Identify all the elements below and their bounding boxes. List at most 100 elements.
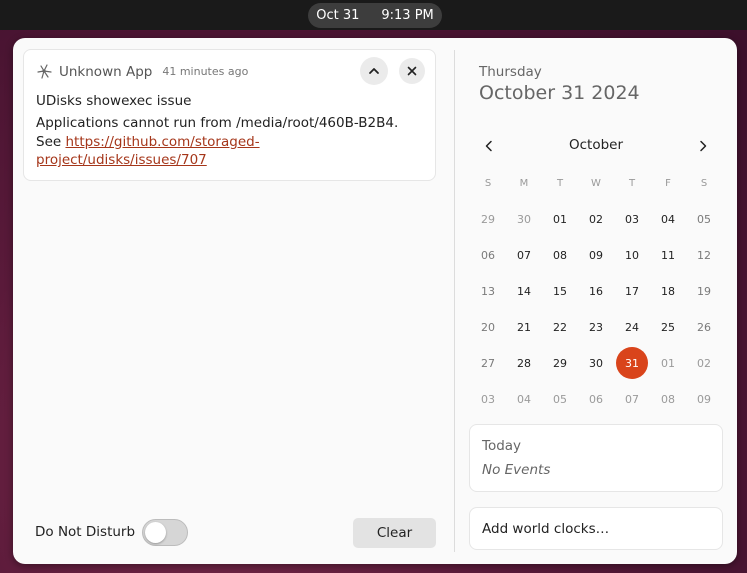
calendar-day[interactable]: 19 (686, 273, 722, 309)
day-header: S (484, 177, 492, 189)
events-title: Today (482, 438, 522, 454)
calendar-day-number: 28 (517, 356, 531, 370)
calendar-day[interactable]: 15 (542, 273, 578, 309)
calendar-day-number: 21 (517, 320, 531, 334)
calendar-day[interactable]: 03 (470, 381, 506, 417)
calendar-day[interactable]: 24 (614, 309, 650, 345)
previous-month-button[interactable] (479, 136, 499, 156)
calendar-day[interactable]: 26 (686, 309, 722, 345)
calendar-day[interactable]: 06 (578, 381, 614, 417)
calendar-day-number: 09 (697, 392, 711, 406)
calendar-day[interactable]: 17 (614, 273, 650, 309)
calendar-day[interactable]: 01 (650, 345, 686, 381)
calendar-day[interactable]: 04 (506, 381, 542, 417)
toggle-knob (145, 522, 166, 543)
chevron-left-icon (485, 140, 492, 152)
day-header: W (591, 177, 601, 189)
no-events-text: No Events (482, 462, 551, 478)
calendar-day-number: 06 (589, 392, 603, 406)
calendar-day[interactable]: 10 (614, 237, 650, 273)
calendar-day[interactable]: 16 (578, 273, 614, 309)
calendar-day[interactable]: 07 (506, 237, 542, 273)
calendar-day-number: 08 (553, 248, 567, 262)
notification-body-text: Applications cannot run from /media/root… (36, 115, 399, 131)
events-card[interactable]: Today No Events (469, 424, 723, 492)
calendar-day[interactable]: 29 (542, 345, 578, 381)
notification-calendar-panel: Unknown App 41 minutes ago UDisks showex… (13, 38, 737, 564)
calendar-day[interactable]: 12 (686, 237, 722, 273)
calendar-day-number: 30 (589, 356, 603, 370)
calendar-day[interactable]: 04 (650, 201, 686, 237)
do-not-disturb-label: Do Not Disturb (35, 524, 136, 540)
calendar-day-number: 30 (517, 212, 531, 226)
calendar-day[interactable]: 05 (686, 201, 722, 237)
calendar-day-number: 31 (616, 347, 648, 379)
calendar-day[interactable]: 23 (578, 309, 614, 345)
dismiss-notification-button[interactable] (399, 58, 425, 84)
calendar-day[interactable]: 07 (614, 381, 650, 417)
panel-divider (454, 50, 455, 552)
calendar-day[interactable]: 08 (650, 381, 686, 417)
calendar-day[interactable]: 09 (686, 381, 722, 417)
calendar-day-number: 02 (589, 212, 603, 226)
calendar-day-number: 16 (589, 284, 603, 298)
day-header: T (556, 177, 564, 189)
clear-button[interactable]: Clear (353, 518, 436, 548)
month-label: October (568, 137, 624, 153)
do-not-disturb-toggle[interactable] (142, 519, 188, 546)
calendar-day[interactable]: 22 (542, 309, 578, 345)
add-world-clocks-button[interactable]: Add world clocks… (469, 507, 723, 550)
calendar-day-number: 20 (481, 320, 495, 334)
calendar-day-number: 27 (481, 356, 495, 370)
calendar-day[interactable]: 25 (650, 309, 686, 345)
calendar-day[interactable]: 06 (470, 237, 506, 273)
calendar-day[interactable]: 30 (506, 201, 542, 237)
topbar-date: Oct 31 (316, 8, 360, 23)
current-weekday[interactable]: Thursday (479, 64, 542, 80)
current-full-date[interactable]: October 31 2024 (479, 82, 640, 104)
notification-header: Unknown App 41 minutes ago (36, 63, 248, 80)
close-icon (407, 66, 417, 76)
notification-time: 41 minutes ago (162, 65, 249, 78)
next-month-button[interactable] (693, 136, 713, 156)
calendar-day-number: 19 (697, 284, 711, 298)
notification-card[interactable]: Unknown App 41 minutes ago UDisks showex… (23, 49, 436, 181)
top-bar: Oct 31 9:13 PM (0, 0, 747, 30)
issue-link[interactable]: https://github.com/storaged-project/udis… (36, 134, 260, 169)
calendar-day[interactable]: 05 (542, 381, 578, 417)
topbar-time: 9:13 PM (381, 8, 434, 23)
calendar-day[interactable]: 08 (542, 237, 578, 273)
calendar-day[interactable]: 14 (506, 273, 542, 309)
calendar-day[interactable]: 01 (542, 201, 578, 237)
calendar-day-number: 05 (553, 392, 567, 406)
calendar-day[interactable]: 20 (470, 309, 506, 345)
calendar-day-selected[interactable]: 31 (614, 345, 650, 381)
calendar-day[interactable]: 30 (578, 345, 614, 381)
calendar-day[interactable]: 21 (506, 309, 542, 345)
day-header: T (628, 177, 636, 189)
calendar-day-number: 07 (625, 392, 639, 406)
calendar-day-number: 15 (553, 284, 567, 298)
calendar-day-number: 03 (625, 212, 639, 226)
calendar-day[interactable]: 13 (470, 273, 506, 309)
calendar-day[interactable]: 28 (506, 345, 542, 381)
notification-title: UDisks showexec issue (36, 93, 192, 109)
date-time-button[interactable]: Oct 31 9:13 PM (308, 3, 442, 28)
day-header: F (665, 177, 671, 189)
calendar-day-number: 12 (697, 248, 711, 262)
calendar-day[interactable]: 09 (578, 237, 614, 273)
calendar-day[interactable]: 18 (650, 273, 686, 309)
calendar-day[interactable]: 27 (470, 345, 506, 381)
calendar-day[interactable]: 11 (650, 237, 686, 273)
calendar-day[interactable]: 02 (578, 201, 614, 237)
calendar-day-number: 17 (625, 284, 639, 298)
calendar-day-number: 13 (481, 284, 495, 298)
calendar-day[interactable]: 29 (470, 201, 506, 237)
calendar-day[interactable]: 03 (614, 201, 650, 237)
calendar-grid: S M T W T F S 29 30 01 02 03 04 05 06 07 08 09 10 11 12 13 14 1… (470, 165, 722, 417)
collapse-button[interactable] (360, 57, 388, 85)
notification-app-name: Unknown App (59, 63, 153, 80)
calendar-day-number: 03 (481, 392, 495, 406)
calendar-day-number: 26 (697, 320, 711, 334)
calendar-day[interactable]: 02 (686, 345, 722, 381)
